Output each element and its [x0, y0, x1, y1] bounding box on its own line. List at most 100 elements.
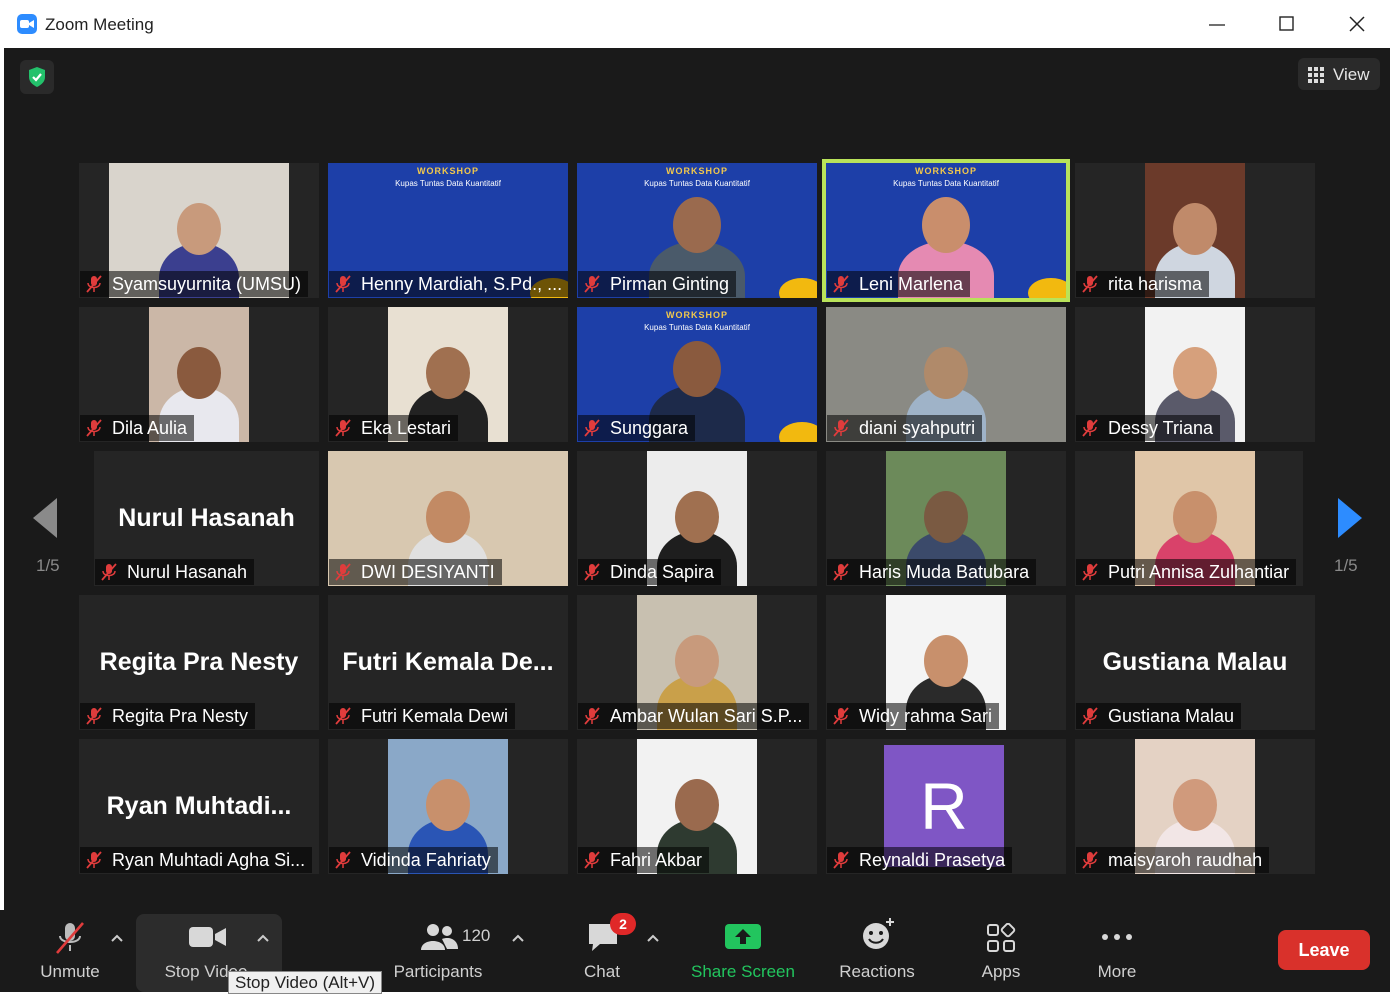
- share-screen-button[interactable]: Share Screen: [688, 910, 798, 992]
- muted-mic-icon: [86, 275, 102, 293]
- participant-count: 120: [462, 926, 491, 945]
- muted-mic-icon: [1082, 851, 1098, 869]
- participant-tile[interactable]: DWI DESIYANTI: [328, 451, 568, 586]
- participant-name: Regita Pra Nesty: [112, 706, 249, 726]
- participant-nameplate: maisyaroh raudhah: [1076, 847, 1270, 873]
- participant-tile[interactable]: Putri Annisa Zulhantiar: [1075, 451, 1303, 586]
- banner-subtitle: Kupas Tuntas Data Kuantitatif: [395, 179, 501, 188]
- participant-name: rita harisma: [1108, 274, 1203, 294]
- participants-options-chevron-up-icon[interactable]: [511, 930, 525, 948]
- audio-options-chevron-up-icon[interactable]: [110, 930, 124, 948]
- participant-name: Dinda Sapira: [610, 562, 715, 582]
- participant-silhouette-head: [426, 491, 470, 543]
- muted-mic-icon: [335, 419, 351, 437]
- muted-mic-icon: [833, 851, 849, 869]
- banner-subtitle: Kupas Tuntas Data Kuantitatif: [893, 179, 999, 188]
- participant-tile[interactable]: Widy rahma Sari: [826, 595, 1066, 730]
- apps-label: Apps: [981, 962, 1021, 981]
- more-dots-icon: [1102, 934, 1132, 940]
- more-button[interactable]: More: [1082, 910, 1152, 992]
- participant-silhouette-head: [177, 347, 221, 399]
- participant-silhouette-head: [673, 341, 721, 397]
- participant-tile[interactable]: WORKSHOP Kupas Tuntas Data Kuantitatif Sun…: [577, 307, 817, 442]
- shield-check-icon[interactable]: [20, 60, 54, 94]
- participant-name: Fahri Akbar: [610, 850, 703, 870]
- participant-silhouette-head: [1173, 491, 1217, 543]
- participant-tile[interactable]: Vidinda Fahriaty: [328, 739, 568, 874]
- muted-mic-icon: [584, 563, 600, 581]
- participant-nameplate: Gustiana Malau: [1076, 703, 1242, 729]
- participant-nameplate: Pirman Ginting: [578, 271, 737, 297]
- participant-silhouette-head: [1173, 347, 1217, 399]
- muted-mic-icon: [101, 563, 117, 581]
- close-button[interactable]: [1334, 8, 1380, 40]
- view-label: View: [1333, 65, 1370, 84]
- participant-tile[interactable]: maisyaroh raudhah: [1075, 739, 1315, 874]
- unmute-button[interactable]: Unmute: [30, 910, 110, 992]
- participant-nameplate: Eka Lestari: [329, 415, 459, 441]
- banner-swoosh: [1028, 278, 1066, 298]
- minimize-button[interactable]: [1194, 8, 1240, 40]
- apps-button[interactable]: Apps: [966, 910, 1036, 992]
- participant-tile[interactable]: WORKSHOP Kupas Tuntas Data Kuantitatif Pir…: [577, 163, 817, 298]
- participant-display-name: Regita Pra Nesty: [99, 648, 299, 676]
- participant-silhouette-head: [426, 779, 470, 831]
- participant-display-name: Ryan Muhtadi...: [106, 792, 292, 820]
- participant-silhouette-head: [1173, 203, 1217, 255]
- participant-name: Nurul Hasanah: [127, 562, 248, 582]
- view-button[interactable]: View: [1298, 58, 1380, 90]
- participant-nameplate: Vidinda Fahriaty: [329, 847, 498, 873]
- participant-tile[interactable]: Gustiana Malau Gustiana Malau: [1075, 595, 1315, 730]
- participant-name: Eka Lestari: [361, 418, 452, 438]
- reactions-button[interactable]: Reactions: [832, 910, 922, 992]
- video-options-chevron-up-icon[interactable]: [256, 930, 270, 948]
- participant-tile[interactable]: Dessy Triana: [1075, 307, 1315, 442]
- participant-nameplate: DWI DESIYANTI: [329, 559, 502, 585]
- participant-tile[interactable]: Futri Kemala De... Futri Kemala Dewi: [328, 595, 568, 730]
- participant-tile[interactable]: diani syahputri: [826, 307, 1066, 442]
- next-page-arrow-icon[interactable]: [1336, 496, 1364, 545]
- participant-tile[interactable]: Nurul Hasanah Nurul Hasanah: [94, 451, 319, 586]
- participant-silhouette-head: [675, 491, 719, 543]
- participant-nameplate: Sunggara: [578, 415, 696, 441]
- participant-name: Leni Marlena: [859, 274, 964, 294]
- chat-options-chevron-up-icon[interactable]: [646, 930, 660, 948]
- muted-mic-icon: [833, 275, 849, 293]
- page-indicator-right: 1/5: [1334, 556, 1358, 575]
- participant-tile[interactable]: rita harisma: [1075, 163, 1315, 298]
- share-screen-arrow-icon: [725, 924, 761, 949]
- page-indicator-left: 1/5: [36, 556, 60, 575]
- participant-tile[interactable]: Dila Aulia: [79, 307, 319, 442]
- muted-mic-icon: [86, 419, 102, 437]
- participant-tile[interactable]: Fahri Akbar: [577, 739, 817, 874]
- leave-button[interactable]: Leave: [1278, 930, 1370, 970]
- participant-name: Henny Mardiah, S.Pd., ...: [361, 274, 563, 294]
- participant-tile[interactable]: WORKSHOP Kupas Tuntas Data Kuantitatif Hen…: [328, 163, 568, 298]
- participant-name: Ambar Wulan Sari S.P...: [610, 706, 803, 726]
- muted-mic-icon: [1082, 707, 1098, 725]
- previous-page-arrow-icon[interactable]: [31, 496, 59, 545]
- participant-name: Reynaldi Prasetya: [859, 850, 1006, 870]
- participant-tile[interactable]: WORKSHOP Kupas Tuntas Data Kuantitatif Len…: [826, 163, 1066, 298]
- participant-silhouette-head: [426, 347, 470, 399]
- stop-video-tooltip: Stop Video (Alt+V): [228, 971, 383, 994]
- participant-tile[interactable]: Regita Pra Nesty Regita Pra Nesty: [79, 595, 319, 730]
- banner-swoosh: [779, 278, 817, 298]
- participant-name: maisyaroh raudhah: [1108, 850, 1263, 870]
- participant-name: diani syahputri: [859, 418, 976, 438]
- participant-tile[interactable]: Ryan Muhtadi... Ryan Muhtadi Agha Si...: [79, 739, 319, 874]
- participants-button[interactable]: Participants: [388, 910, 488, 992]
- participant-name: Sunggara: [610, 418, 689, 438]
- participant-name: Syamsuyurnita (UMSU): [112, 274, 302, 294]
- maximize-button[interactable]: [1264, 8, 1310, 40]
- participant-tile[interactable]: Eka Lestari: [328, 307, 568, 442]
- participant-tile[interactable]: Syamsuyurnita (UMSU): [79, 163, 319, 298]
- participant-tile[interactable]: R Reynaldi Prasetya: [826, 739, 1066, 874]
- participant-name: Ryan Muhtadi Agha Si...: [112, 850, 306, 870]
- participant-tile[interactable]: Haris Muda Batubara: [826, 451, 1066, 586]
- participant-name: Futri Kemala Dewi: [361, 706, 509, 726]
- participant-tile[interactable]: Dinda Sapira: [577, 451, 817, 586]
- participant-silhouette-head: [673, 197, 721, 253]
- chat-unread-badge: 2: [610, 913, 636, 935]
- participant-tile[interactable]: Ambar Wulan Sari S.P...: [577, 595, 817, 730]
